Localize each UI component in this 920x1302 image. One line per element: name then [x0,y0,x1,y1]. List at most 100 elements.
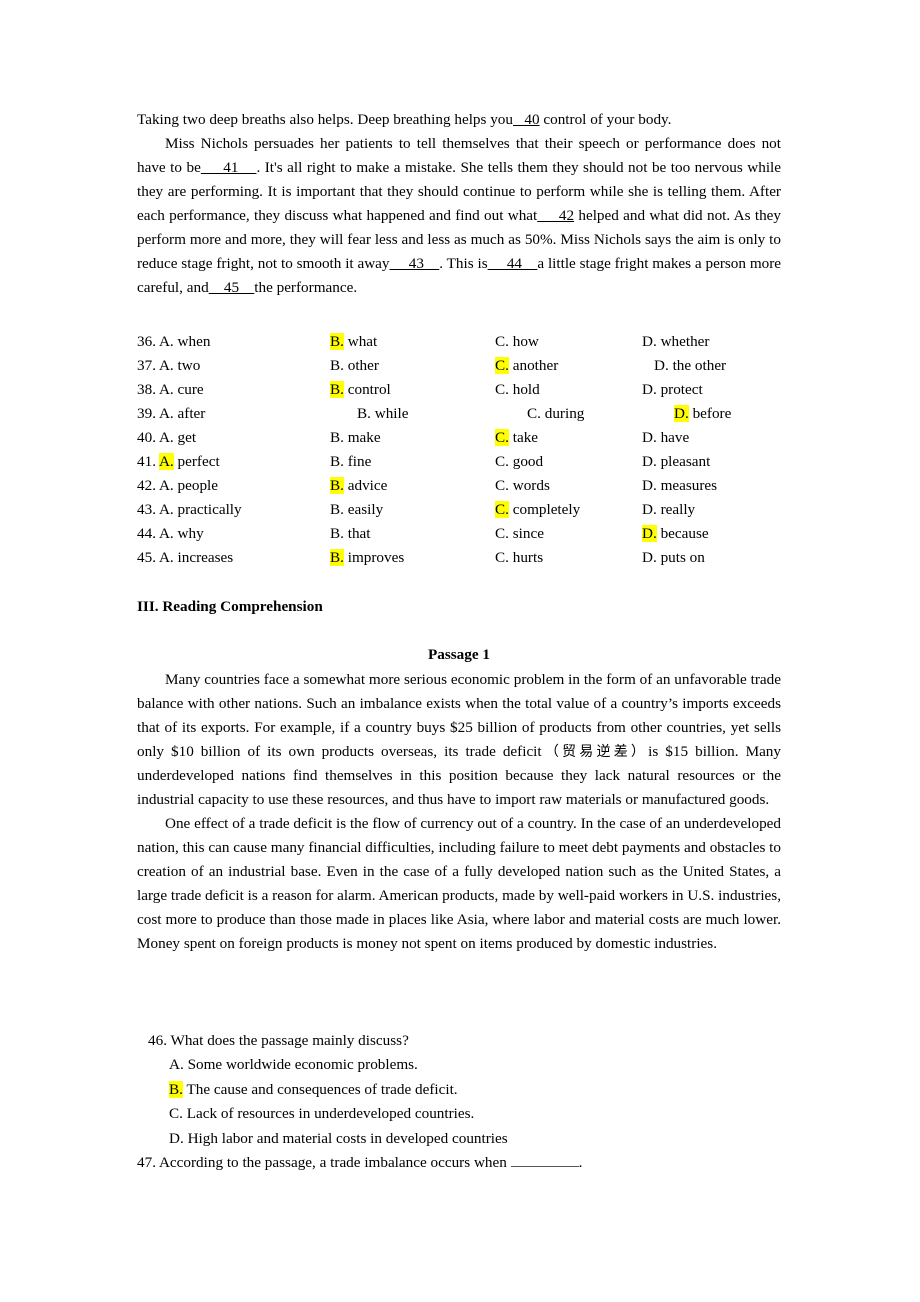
option-letter: B. [330,501,344,518]
option-39-d[interactable]: D. before [674,402,731,426]
option-36-c[interactable]: C. how [495,330,539,354]
option-45-b[interactable]: B. improves [330,546,404,570]
option-42-a[interactable]: 42. A. people [137,474,218,498]
option-text: how [512,333,539,350]
option-text: take [512,429,539,446]
option-41-a[interactable]: 41. A. perfect [137,450,220,474]
blank-45: 45 [208,279,255,296]
option-row-36: 36. A. when B. what C. how D. whether [137,330,797,354]
option-letter: D. [642,525,657,542]
option-letter: A. [158,549,174,566]
choice-letter: C. [169,1105,183,1123]
option-text: during [544,405,585,422]
option-43-b[interactable]: B. easily [330,498,383,522]
option-row-41: 41. A. perfect B. fine C. good D. pleasant [137,450,797,474]
option-42-b[interactable]: B. advice [330,474,387,498]
option-text: have [660,429,690,446]
option-41-b[interactable]: B. fine [330,450,371,474]
option-40-a[interactable]: 40. A. get [137,426,196,450]
option-37-c[interactable]: C. another [495,354,558,378]
option-text: another [512,357,559,374]
option-text: people [177,477,218,494]
option-45-d[interactable]: D. puts on [642,546,705,570]
option-44-b[interactable]: B. that [330,522,371,546]
option-44-c[interactable]: C. since [495,522,544,546]
reading-p1-chinese-gloss: （贸易逆差） [541,744,649,760]
option-43-c[interactable]: C. completely [495,498,580,522]
option-text: perfect [177,453,220,470]
option-letter: C. [527,405,541,422]
option-letter: D. [642,381,657,398]
question-46-choice-c[interactable]: C. Lack of resources in underdeveloped c… [137,1102,781,1126]
question-46-choice-d[interactable]: D. High labor and material costs in deve… [137,1127,781,1151]
option-text: because [660,525,709,542]
option-letter: A. [158,405,174,422]
option-36-b[interactable]: B. what [330,330,377,354]
cloze-paragraph-2: Miss Nichols persuades her patients to t… [137,132,781,300]
option-letter: A. [158,333,174,350]
option-43-d[interactable]: D. really [642,498,695,522]
option-text: two [177,357,201,374]
option-41-d[interactable]: D. pleasant [642,450,710,474]
option-38-d[interactable]: D. protect [642,378,703,402]
choice-text: Some worldwide economic problems. [187,1056,418,1074]
option-letter: D. [642,477,657,494]
option-text: improves [347,549,405,566]
option-letter: D. [642,333,657,350]
blank-43: 43 [389,255,440,272]
option-39-a[interactable]: 39. A. after [137,402,205,426]
option-text: the other [672,357,727,374]
option-36-d[interactable]: D. whether [642,330,709,354]
option-40-c[interactable]: C. take [495,426,538,450]
option-42-d[interactable]: D. measures [642,474,717,498]
option-text: really [660,501,696,518]
option-row-38: 38. A. cure B. control C. hold D. protect [137,378,797,402]
option-letter: D. [642,549,657,566]
option-text: whether [660,333,710,350]
option-text: practically [177,501,242,518]
option-38-b[interactable]: B. control [330,378,391,402]
option-row-number: 38. [137,381,159,398]
option-letter: C. [495,477,509,494]
option-row-number: 44. [137,525,159,542]
option-text: protect [660,381,703,398]
option-39-b[interactable]: B. while [357,402,408,426]
option-41-c[interactable]: C. good [495,450,543,474]
question-46-choice-b[interactable]: B. The cause and consequences of trade d… [137,1078,781,1102]
option-row-number: 41. [137,453,159,470]
option-row-40: 40. A. get B. make C. take D. have [137,426,797,450]
option-38-a[interactable]: 38. A. cure [137,378,204,402]
option-42-c[interactable]: C. words [495,474,550,498]
blank-44: 44 [487,255,538,272]
option-44-d[interactable]: D. because [642,522,709,546]
option-text: fine [347,453,372,470]
option-45-c[interactable]: C. hurts [495,546,543,570]
question-47-stem: 47. According to the passage, a trade im… [137,1151,781,1175]
option-letter: A. [158,453,174,470]
option-letter: B. [330,525,344,542]
option-40-b[interactable]: B. make [330,426,381,450]
option-37-d[interactable]: D. the other [654,354,726,378]
option-row-number: 40. [137,429,159,446]
option-letter: A. [158,501,174,518]
option-row-number: 37. [137,357,159,374]
option-37-a[interactable]: 37. A. two [137,354,200,378]
option-text: while [374,405,409,422]
cloze-p2-mid3: . This is [439,255,488,272]
option-44-a[interactable]: 44. A. why [137,522,204,546]
passage-title: Passage 1 [427,646,490,663]
option-37-b[interactable]: B. other [330,354,379,378]
option-36-a[interactable]: 36. A. when [137,330,210,354]
option-40-d[interactable]: D. have [642,426,689,450]
cloze-line1-post: control of your body. [539,111,672,128]
option-text: completely [512,501,581,518]
choice-text: High labor and material costs in develop… [187,1129,508,1147]
option-39-c[interactable]: C. during [527,402,584,426]
option-43-a[interactable]: 43. A. practically [137,498,242,522]
option-letter: B. [330,381,344,398]
cloze-line1-pre: Taking two deep breaths also helps. Deep… [137,111,513,128]
question-46-choice-a[interactable]: A. Some worldwide economic problems. [137,1053,781,1077]
option-45-a[interactable]: 45. A. increases [137,546,233,570]
option-38-c[interactable]: C. hold [495,378,540,402]
question-47-answer-blank[interactable] [510,1153,579,1168]
